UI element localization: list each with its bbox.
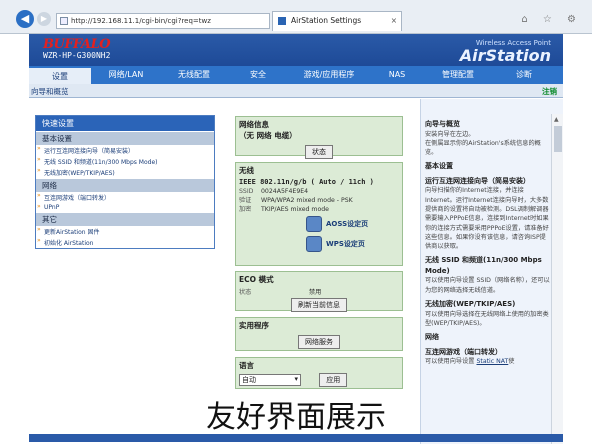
forward-icon[interactable]: ▶ bbox=[37, 12, 51, 26]
tab-nas[interactable]: NAS bbox=[369, 66, 425, 84]
sub-nav: 向导和概览 注销 bbox=[29, 84, 563, 98]
window-tools[interactable]: ⌂ ☆ ⚙ bbox=[521, 14, 582, 25]
wizard-overview-link[interactable]: 向导和概览 bbox=[31, 86, 69, 97]
link-firmware[interactable]: 更新AirStation 固件 bbox=[36, 226, 214, 237]
link-port-forward[interactable]: 互连网游戏（端口转发） bbox=[36, 192, 214, 203]
ssid-row: SSID 0024A5F4E9E4 bbox=[239, 188, 309, 195]
link-wizard[interactable]: 运行互连网连接向导（简易安装） bbox=[36, 145, 214, 156]
encryption-row: 加密 TKIP/AES mixed mode bbox=[239, 206, 329, 213]
scroll-thumb[interactable] bbox=[554, 126, 562, 152]
address-bar[interactable]: http://192.168.11.1/cgi-bin/cgi?req=twz bbox=[56, 13, 270, 29]
eco-status: 状态 禁用 bbox=[239, 289, 322, 296]
url-text: http://192.168.11.1/cgi-bin/cgi?req=twz bbox=[71, 17, 211, 25]
help-game-heading: 互连网游戏（端口转发） bbox=[425, 347, 502, 356]
tab-games[interactable]: 游戏/应用程序 bbox=[289, 66, 369, 84]
page-header: BUFFALO WZR-HP-G300NH2 Wireless Access P… bbox=[29, 34, 563, 66]
help-title: 向导与概览 bbox=[425, 120, 460, 128]
aoss-link[interactable]: AOSS设定页 bbox=[236, 215, 402, 233]
router-page: BUFFALO WZR-HP-G300NH2 Wireless Access P… bbox=[29, 34, 563, 444]
link-ssid[interactable]: 无线 SSID 和频道(11n/300 Mbps Mode) bbox=[36, 156, 214, 167]
quick-setup-panel: 快速设置 基本设置 运行互连网连接向导（简易安装） 无线 SSID 和频道(11… bbox=[35, 115, 215, 249]
brand-title: AirStation bbox=[459, 46, 551, 65]
close-tab-icon[interactable]: × bbox=[391, 12, 397, 30]
browser-tab[interactable]: AirStation Settings × bbox=[272, 11, 402, 31]
help-ssid-heading: 无线 SSID 和频道(11n/300 Mbps Mode) bbox=[425, 256, 542, 275]
section-other: 其它 bbox=[36, 213, 214, 226]
eco-box: ECO 模式 状态 禁用 刷新当前信息 bbox=[235, 271, 403, 312]
language-title: 语言 bbox=[239, 361, 254, 370]
scroll-up-icon[interactable]: ▲ bbox=[554, 116, 559, 123]
net-info-box: 网络信息 （无 网络 电缆） 状态 bbox=[235, 116, 403, 159]
eco-title: ECO 模式 bbox=[239, 275, 274, 284]
tab-wireless[interactable]: 无线配置 bbox=[161, 66, 227, 84]
main-nav: 设置 网络/LAN 无线配置 安全 游戏/应用程序 NAS 管理配置 诊断 bbox=[29, 66, 563, 84]
language-box: 语言 自动 ▾ 应用 bbox=[235, 357, 403, 389]
help-enc-heading: 无线加密(WEP/TKIP/AES) bbox=[425, 300, 516, 309]
browser-toolbar: ◀ ▶ http://192.168.11.1/cgi-bin/cgi?req=… bbox=[0, 0, 592, 34]
wireless-mode: IEEE 802.11n/g/b ( Auto / 11ch ) bbox=[239, 178, 374, 186]
help-p2: 在侧属显示你的AirStation's系统信息的概览。 bbox=[425, 139, 541, 157]
tab-setup[interactable]: 设置 bbox=[29, 66, 91, 84]
section-basic: 基本设置 bbox=[36, 132, 214, 145]
link-upnp[interactable]: UPnP bbox=[36, 203, 214, 212]
help-p1: 安装向导在左边。 bbox=[425, 130, 475, 138]
model-name: WZR-HP-G300NH2 bbox=[43, 51, 111, 60]
help-enc-text: 可以使用向导选择在无线网络上使用的加密类型(WEP/TKIP/AES)。 bbox=[425, 310, 549, 327]
tab-diagnostic[interactable]: 诊断 bbox=[491, 66, 557, 84]
back-icon[interactable]: ◀ bbox=[16, 10, 34, 28]
auth-row: 验证 WPA/WPA2 mixed mode - PSK bbox=[239, 197, 353, 204]
tab-lan[interactable]: 网络/LAN bbox=[91, 66, 161, 84]
refresh-button[interactable]: 刷新当前信息 bbox=[291, 298, 347, 312]
aoss-icon bbox=[306, 216, 322, 232]
logo: BUFFALO bbox=[43, 37, 111, 52]
help-wizard-text: 向导扫描你的Internet连接，并连接Internet。运行Internet连… bbox=[425, 187, 549, 251]
net-info-title: 网络信息 （无 网络 电缆） bbox=[239, 120, 297, 140]
logout-link[interactable]: 注销 bbox=[542, 86, 557, 97]
tab-title: AirStation Settings bbox=[291, 16, 362, 25]
help-wizard-heading: 运行互连网连接向导（简易安装） bbox=[425, 176, 530, 185]
link-encryption[interactable]: 无线加密(WEP/TKIP/AES) bbox=[36, 167, 214, 178]
wps-icon bbox=[306, 236, 322, 252]
apply-button[interactable]: 应用 bbox=[319, 373, 348, 387]
status-button[interactable]: 状态 bbox=[305, 145, 333, 159]
help-basic-heading: 基本设置 bbox=[425, 162, 453, 171]
quick-setup-title: 快速设置 bbox=[36, 116, 214, 131]
static-nat-link[interactable]: Static NAT bbox=[476, 358, 508, 365]
favicon-icon bbox=[278, 17, 286, 25]
utilities-title: 实用程序 bbox=[239, 321, 269, 330]
wps-link[interactable]: WPS设定页 bbox=[236, 235, 402, 253]
wireless-title: 无线 bbox=[239, 166, 254, 175]
utilities-box: 实用程序 网络服务 bbox=[235, 317, 403, 351]
caption-overlay: 友好界面展示 bbox=[0, 392, 592, 444]
language-select[interactable]: 自动 ▾ bbox=[239, 374, 301, 386]
help-game-text: 可以使用向导设置 Static NAT使 bbox=[425, 358, 515, 366]
page-icon bbox=[60, 17, 68, 25]
caption-text: 友好界面展示 bbox=[206, 400, 386, 435]
tab-admin[interactable]: 管理配置 bbox=[425, 66, 491, 84]
section-network: 网络 bbox=[36, 179, 214, 192]
tab-security[interactable]: 安全 bbox=[227, 66, 289, 84]
network-services-button[interactable]: 网络服务 bbox=[298, 335, 340, 349]
wireless-box: 无线 IEEE 802.11n/g/b ( Auto / 11ch ) SSID… bbox=[235, 162, 403, 266]
help-network-heading: 网络 bbox=[425, 333, 439, 342]
help-ssid-text: 可以使用向导设置 SSID（网络名称），还可以为您的网络选择无线信道。 bbox=[425, 277, 550, 294]
link-initialize[interactable]: 初始化 AirStation bbox=[36, 237, 214, 248]
chevron-down-icon: ▾ bbox=[294, 375, 298, 383]
